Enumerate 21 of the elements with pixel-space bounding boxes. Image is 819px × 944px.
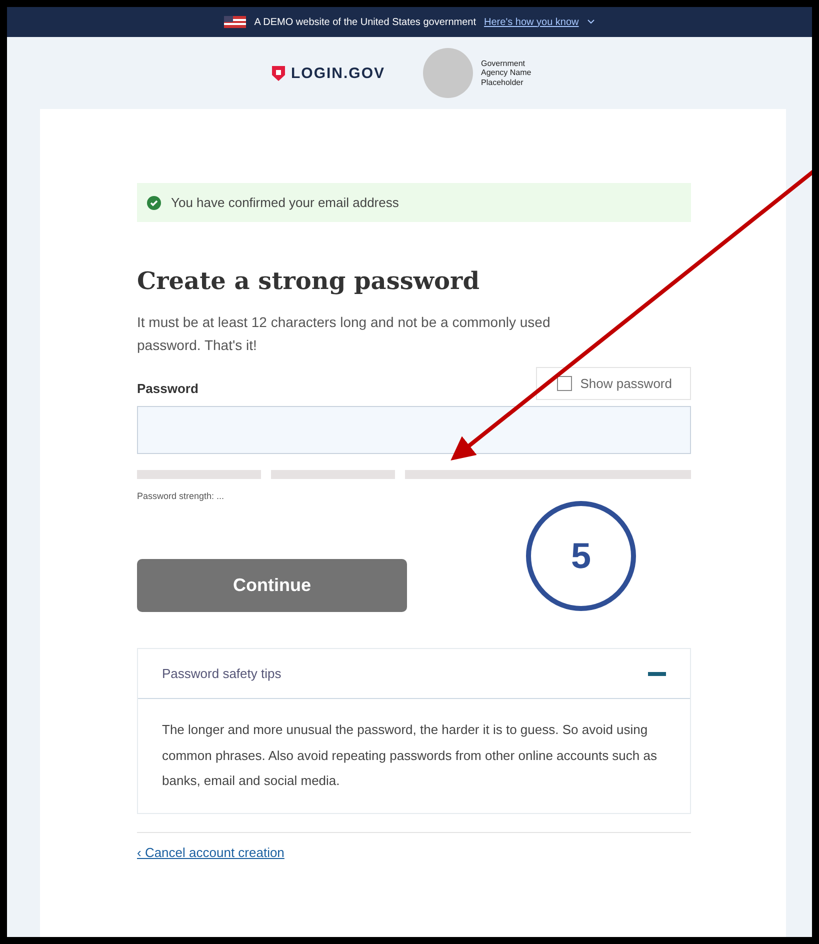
banner-text: A DEMO website of the United States government	[254, 16, 476, 28]
page-heading: Create a strong password	[137, 266, 480, 295]
password-field[interactable]	[137, 406, 691, 454]
strength-text: Password strength: ...	[137, 491, 226, 502]
checkbox[interactable]	[557, 376, 572, 392]
agency-name: Government Agency Name Placeholder	[481, 58, 532, 88]
show-password-toggle[interactable]: Show password	[536, 367, 691, 400]
password-label: Password	[137, 381, 198, 396]
logo-text: LOGIN.GOV	[290, 64, 385, 82]
caret-icon	[586, 19, 595, 25]
tips-text: The longer and more unusual the password, the harder it is to guess. So avoid using common phrases. Also avoid repeating passwords from other online accounts such as banks, email and social media.	[161, 721, 658, 790]
how-you-know-link[interactable]: Here's how you know	[484, 16, 579, 28]
step-number: 5	[526, 501, 636, 611]
agency-logo-placeholder	[423, 48, 473, 98]
shield-icon	[272, 66, 285, 80]
flag-icon	[224, 16, 246, 28]
cancel-link[interactable]: ‹ Cancel account creation	[137, 845, 284, 860]
check-circle-icon	[147, 196, 161, 210]
alert-text: You have confirmed your email address	[171, 195, 399, 210]
continue-button[interactable]: Continue	[137, 559, 407, 612]
instructions-text: It must be at least 12 characters long and not be a commonly used password. That's it!	[137, 313, 552, 356]
